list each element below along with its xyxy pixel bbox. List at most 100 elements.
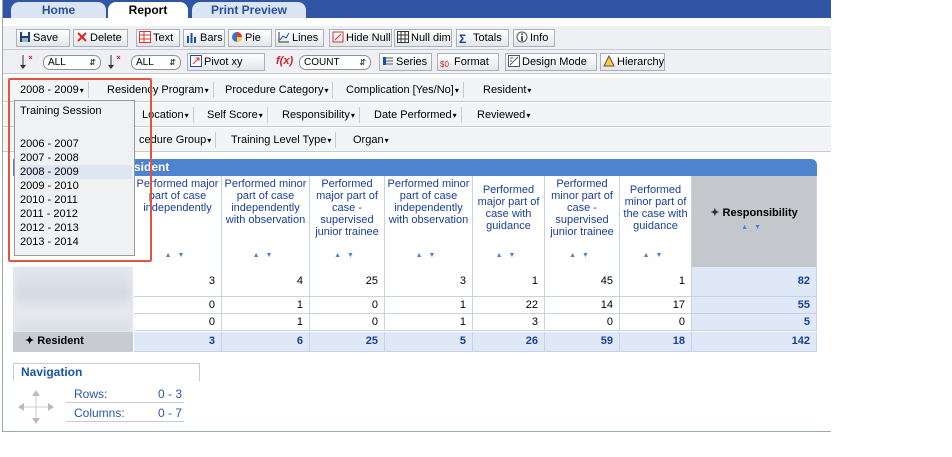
tab-print-preview[interactable]: Print Preview xyxy=(192,2,306,18)
column-header[interactable]: Performed minor part of case - supervise… xyxy=(545,176,620,267)
pan-arrows-icon[interactable] xyxy=(16,388,56,426)
filter-procedure-category[interactable]: Procedure Category xyxy=(225,82,334,98)
dropdown-option[interactable]: 2006 - 2007 xyxy=(20,137,132,151)
column-total-cell[interactable]: 59 xyxy=(545,332,620,352)
dropdown-option[interactable]: 2013 - 2014 xyxy=(20,235,132,249)
delete-button[interactable]: Delete xyxy=(73,29,128,47)
series-button[interactable]: Series xyxy=(379,53,432,71)
column-total-cell[interactable]: 26 xyxy=(473,332,545,352)
table-cell[interactable]: 1 xyxy=(222,297,310,314)
dropdown-option[interactable]: 2010 - 2011 xyxy=(20,193,132,207)
table-cell[interactable]: 25 xyxy=(310,267,385,297)
column-total-cell[interactable]: 18 xyxy=(620,332,692,352)
hierarchy-button[interactable]: Hierarchy xyxy=(600,53,665,71)
table-cell[interactable]: 1 xyxy=(385,314,473,331)
text-view-button[interactable]: Text xyxy=(136,29,180,47)
filter-training-session[interactable]: 2008 - 2009 xyxy=(20,82,89,98)
total-row-label[interactable]: ✦ Resident xyxy=(13,332,133,352)
column-total-cell[interactable]: 142 xyxy=(692,332,817,352)
filter-complication[interactable]: Complication [Yes/No] xyxy=(346,82,464,98)
table-cell[interactable]: 0 xyxy=(310,314,385,331)
aggregate-select[interactable]: COUNT ⇵ xyxy=(299,55,371,70)
column-total-cell[interactable]: 5 xyxy=(385,332,473,352)
table-text-icon xyxy=(139,31,151,43)
tab-report[interactable]: Report xyxy=(108,2,188,18)
filter-responsibility[interactable]: Responsibility xyxy=(282,107,360,123)
null-dim-button[interactable]: Null dim xyxy=(394,29,452,47)
sort-arrows-icon[interactable]: ▲▼ xyxy=(385,250,472,262)
row-total-cell[interactable]: 5 xyxy=(692,314,817,331)
table-cell[interactable]: 1 xyxy=(620,267,692,297)
table-cell[interactable]: 3 xyxy=(134,267,222,297)
nav-columns[interactable]: Columns: 0 - 7 xyxy=(66,405,184,422)
filter-location[interactable]: Location xyxy=(142,107,194,123)
format-button[interactable]: $0 Format xyxy=(437,53,499,71)
design-mode-button[interactable]: Design Mode xyxy=(505,53,597,71)
table-cell[interactable]: 1 xyxy=(222,314,310,331)
column-header[interactable]: Performed major part of case - supervise… xyxy=(310,176,385,267)
table-cell[interactable]: 45 xyxy=(545,267,620,297)
table-cell[interactable]: 17 xyxy=(620,297,692,314)
row-total-cell[interactable]: 82 xyxy=(692,267,817,297)
lines-button[interactable]: Lines xyxy=(275,29,324,47)
info-button[interactable]: Info xyxy=(513,29,555,47)
column-total-cell[interactable]: 3 xyxy=(134,332,222,352)
column-header[interactable]: Performed minor part of case independent… xyxy=(222,176,310,267)
bars-button[interactable]: Bars xyxy=(183,29,225,47)
sort-arrows-icon[interactable]: ▲▼ xyxy=(545,250,619,262)
column-header[interactable]: Performed minor part of the case with gu… xyxy=(620,176,692,267)
sort-arrows-icon[interactable]: ▲▼ xyxy=(692,222,816,234)
hide-null-button[interactable]: Hide Null xyxy=(329,29,392,47)
pie-button[interactable]: Pie xyxy=(228,29,272,47)
tab-home[interactable]: Home xyxy=(11,2,106,18)
nav-rows[interactable]: Rows: 0 - 3 xyxy=(66,386,184,403)
grid-icon xyxy=(397,31,409,43)
row-total-cell[interactable]: 55 xyxy=(692,297,817,314)
table-cell[interactable]: 14 xyxy=(545,297,620,314)
table-cell[interactable]: 3 xyxy=(385,267,473,297)
save-button[interactable]: Save xyxy=(16,29,70,47)
table-cell[interactable]: 0 xyxy=(310,297,385,314)
sort-arrows-icon[interactable]: ▲▼ xyxy=(222,250,309,262)
totals-button[interactable]: Σ Totals xyxy=(456,29,509,47)
column-total-cell[interactable]: 6 xyxy=(222,332,310,352)
sort-arrows-icon[interactable]: ▲▼ xyxy=(134,250,221,262)
rows-limit-select[interactable]: ALL ⇵ xyxy=(43,55,101,70)
null-filter-icon xyxy=(332,31,344,43)
table-cell[interactable]: 0 xyxy=(134,314,222,331)
column-header[interactable]: Performed minor part of case independent… xyxy=(385,176,473,267)
pivot-button[interactable]: Pivot xy xyxy=(187,53,265,71)
sort-arrows-icon[interactable]: ▲▼ xyxy=(473,250,544,262)
table-cell[interactable]: 0 xyxy=(545,314,620,331)
filter-self-score[interactable]: Self Score xyxy=(207,107,268,123)
filter-residency-program[interactable]: Residency Program xyxy=(107,82,214,98)
filter-procedure-group[interactable]: cedure Group xyxy=(139,132,217,148)
dropdown-option[interactable]: 2009 - 2010 xyxy=(20,179,132,193)
column-total-cell[interactable]: 25 xyxy=(310,332,385,352)
filter-training-level-type[interactable]: Training Level Type xyxy=(231,132,337,148)
table-cell[interactable]: 0 xyxy=(134,297,222,314)
dropdown-option[interactable]: 2008 - 2009 xyxy=(20,165,132,179)
sort-arrows-icon[interactable]: ▲▼ xyxy=(310,250,384,262)
column-header[interactable]: Performed major part of case with guidan… xyxy=(473,176,545,267)
sort-columns-icon[interactable] xyxy=(106,53,126,71)
table-cell[interactable]: 22 xyxy=(473,297,545,314)
table-cell[interactable]: 0 xyxy=(620,314,692,331)
filter-organ[interactable]: Organ xyxy=(353,132,393,148)
sort-arrows-icon[interactable]: ▲▼ xyxy=(620,250,691,262)
filter-date-performed[interactable]: Date Performed xyxy=(374,107,462,123)
dropdown-option[interactable]: 2012 - 2013 xyxy=(20,221,132,235)
function-icon[interactable]: f(x) xyxy=(276,55,293,67)
columns-limit-select[interactable]: ALL ⇵ xyxy=(131,55,181,70)
dropdown-option[interactable]: 2007 - 2008 xyxy=(20,151,132,165)
dropdown-option[interactable]: 2011 - 2012 xyxy=(20,207,132,221)
filter-reviewed[interactable]: Reviewed xyxy=(477,107,534,123)
responsibility-total-header[interactable]: ✦ Responsibility ▲▼ xyxy=(692,176,817,267)
sort-rows-icon[interactable] xyxy=(18,53,38,71)
column-header[interactable]: Performed major part of case independent… xyxy=(134,176,222,267)
table-cell[interactable]: 1 xyxy=(473,267,545,297)
table-cell[interactable]: 3 xyxy=(473,314,545,331)
table-cell[interactable]: 4 xyxy=(222,267,310,297)
table-cell[interactable]: 1 xyxy=(385,297,473,314)
filter-resident[interactable]: Resident xyxy=(483,82,535,98)
